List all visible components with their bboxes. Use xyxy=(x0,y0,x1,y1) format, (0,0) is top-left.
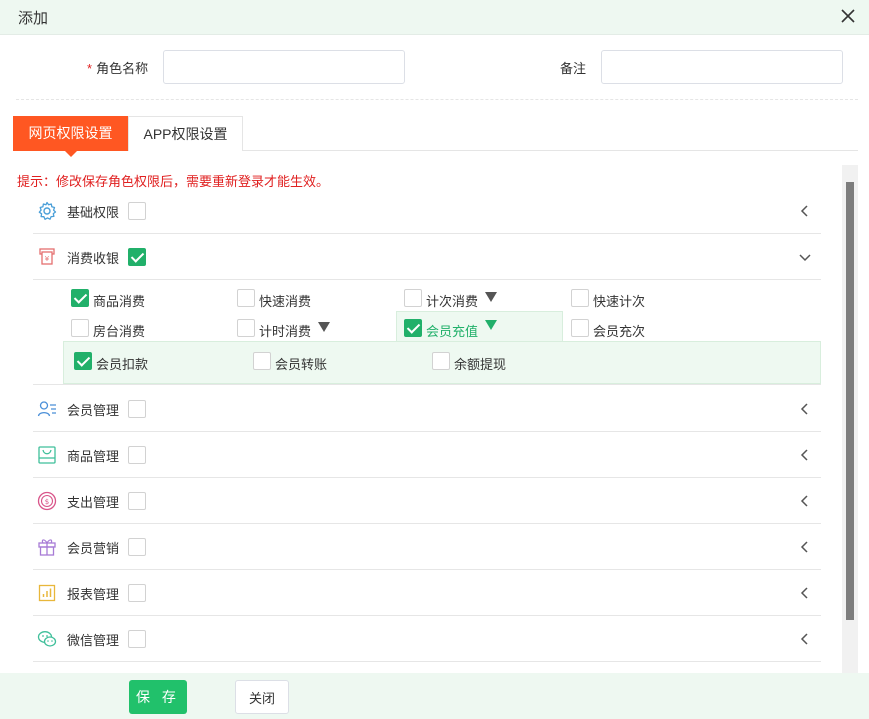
dialog-title: 添加 xyxy=(18,10,49,27)
required-mark: * xyxy=(87,61,93,76)
chevron-left-icon[interactable] xyxy=(799,205,811,217)
role-name-input[interactable] xyxy=(163,50,405,84)
module-name: 基础权限 xyxy=(67,205,120,220)
report-icon xyxy=(38,584,56,602)
role-name-label-text: 角色名称 xyxy=(96,61,149,76)
remark-input[interactable] xyxy=(601,50,843,84)
recharge-sub-item[interactable]: 余额提现 xyxy=(432,352,552,372)
module-row-expense: $ 支出管理 xyxy=(33,478,821,524)
item-label: 商品消费 xyxy=(93,294,146,309)
module-name: 支出管理 xyxy=(67,495,120,510)
item-checkbox[interactable] xyxy=(71,319,89,337)
module-checkbox[interactable] xyxy=(128,492,146,510)
save-button[interactable]: 保 存 xyxy=(129,680,187,714)
close-button[interactable]: 关闭 xyxy=(235,680,289,714)
module-checkbox[interactable] xyxy=(128,248,146,266)
item-checkbox[interactable] xyxy=(237,319,255,337)
module-name: 报表管理 xyxy=(67,587,120,602)
tab-app-permissions[interactable]: APP权限设置 xyxy=(128,116,243,151)
module-row-marketing: 会员营销 xyxy=(33,524,821,570)
caret-down-icon[interactable] xyxy=(318,322,330,332)
item-label: 会员扣款 xyxy=(96,357,149,372)
svg-text:$: $ xyxy=(45,498,49,506)
cashier-item[interactable]: 快速计次 xyxy=(571,289,691,309)
item-checkbox[interactable] xyxy=(571,289,589,307)
item-label: 房台消费 xyxy=(93,324,146,339)
close-icon[interactable] xyxy=(839,7,857,25)
cashier-item[interactable]: 计时消费 xyxy=(237,319,357,339)
cashier-item[interactable]: 会员充次 xyxy=(571,319,691,339)
item-checkbox[interactable] xyxy=(237,289,255,307)
role-name-label: * 角色名称 xyxy=(87,58,148,77)
chevron-down-icon[interactable] xyxy=(799,251,811,263)
chevron-left-icon[interactable] xyxy=(799,587,811,599)
item-label: 快速消费 xyxy=(259,294,312,309)
cashier-item[interactable]: 快速消费 xyxy=(237,289,357,309)
module-row-member: 会员管理 xyxy=(33,386,821,432)
form-row: * 角色名称 备注 xyxy=(0,50,869,84)
gear-icon xyxy=(38,201,57,220)
svg-text:¥: ¥ xyxy=(45,255,50,263)
caret-down-icon[interactable] xyxy=(485,320,497,330)
module-checkbox[interactable] xyxy=(128,202,146,220)
module-checkbox[interactable] xyxy=(128,584,146,602)
recharge-sub-item[interactable]: 会员转账 xyxy=(253,352,373,372)
module-checkbox[interactable] xyxy=(128,400,146,418)
dialog-header: 添加 xyxy=(0,0,869,35)
member-icon xyxy=(37,401,56,417)
item-checkbox[interactable] xyxy=(404,289,422,307)
chevron-left-icon[interactable] xyxy=(799,403,811,415)
dialog-footer: 保 存 关闭 xyxy=(0,673,869,719)
chevron-left-icon[interactable] xyxy=(799,495,811,507)
item-checkbox[interactable] xyxy=(253,352,271,370)
chevron-left-icon[interactable] xyxy=(799,449,811,461)
module-row-basic: 基础权限 xyxy=(33,188,821,234)
module-name: 商品管理 xyxy=(67,449,120,464)
item-label: 会员充值 xyxy=(426,324,479,339)
goods-icon xyxy=(38,446,56,464)
item-label: 快速计次 xyxy=(593,294,646,309)
coin-icon: $ xyxy=(37,491,57,511)
item-checkbox[interactable] xyxy=(432,352,450,370)
module-name: 微信管理 xyxy=(67,633,120,648)
module-checkbox[interactable] xyxy=(128,630,146,648)
scrollbar-thumb[interactable] xyxy=(846,182,854,620)
item-checkbox[interactable] xyxy=(74,352,92,370)
module-name: 会员管理 xyxy=(67,403,120,418)
wechat-icon xyxy=(37,631,57,647)
module-checkbox[interactable] xyxy=(128,446,146,464)
module-name: 消费收银 xyxy=(67,251,120,266)
module-row-cashier: ¥ 消费收银 xyxy=(33,234,821,280)
item-label: 会员充次 xyxy=(593,324,646,339)
item-label: 会员转账 xyxy=(275,357,328,372)
cashier-item[interactable]: 房台消费 xyxy=(71,319,191,339)
permission-tabs: 网页权限设置 APP权限设置 xyxy=(13,116,858,157)
gift-icon xyxy=(38,539,56,556)
remark-label: 备注 xyxy=(560,61,587,76)
chevron-left-icon[interactable] xyxy=(799,541,811,553)
form-divider xyxy=(16,99,858,100)
item-label: 计时消费 xyxy=(259,324,312,339)
item-checkbox[interactable] xyxy=(571,319,589,337)
receipt-icon: ¥ xyxy=(39,248,55,265)
cashier-item-active[interactable]: 会员充值 xyxy=(404,319,524,339)
item-checkbox[interactable] xyxy=(71,289,89,307)
cashier-item[interactable]: 商品消费 xyxy=(71,289,191,309)
cashier-item[interactable]: 计次消费 xyxy=(404,289,524,309)
module-checkbox[interactable] xyxy=(128,538,146,556)
recharge-sub-item[interactable]: 会员扣款 xyxy=(74,352,194,372)
module-row-report: 报表管理 xyxy=(33,570,821,616)
module-row-goods: 商品管理 xyxy=(33,432,821,478)
module-name: 会员营销 xyxy=(67,541,120,556)
item-checkbox[interactable] xyxy=(404,319,422,337)
chevron-left-icon[interactable] xyxy=(799,633,811,645)
caret-down-icon[interactable] xyxy=(485,292,497,302)
item-label: 余额提现 xyxy=(454,357,507,372)
tab-web-permissions[interactable]: 网页权限设置 xyxy=(13,116,128,157)
item-label: 计次消费 xyxy=(426,294,479,309)
module-row-wechat: 微信管理 xyxy=(33,616,821,662)
